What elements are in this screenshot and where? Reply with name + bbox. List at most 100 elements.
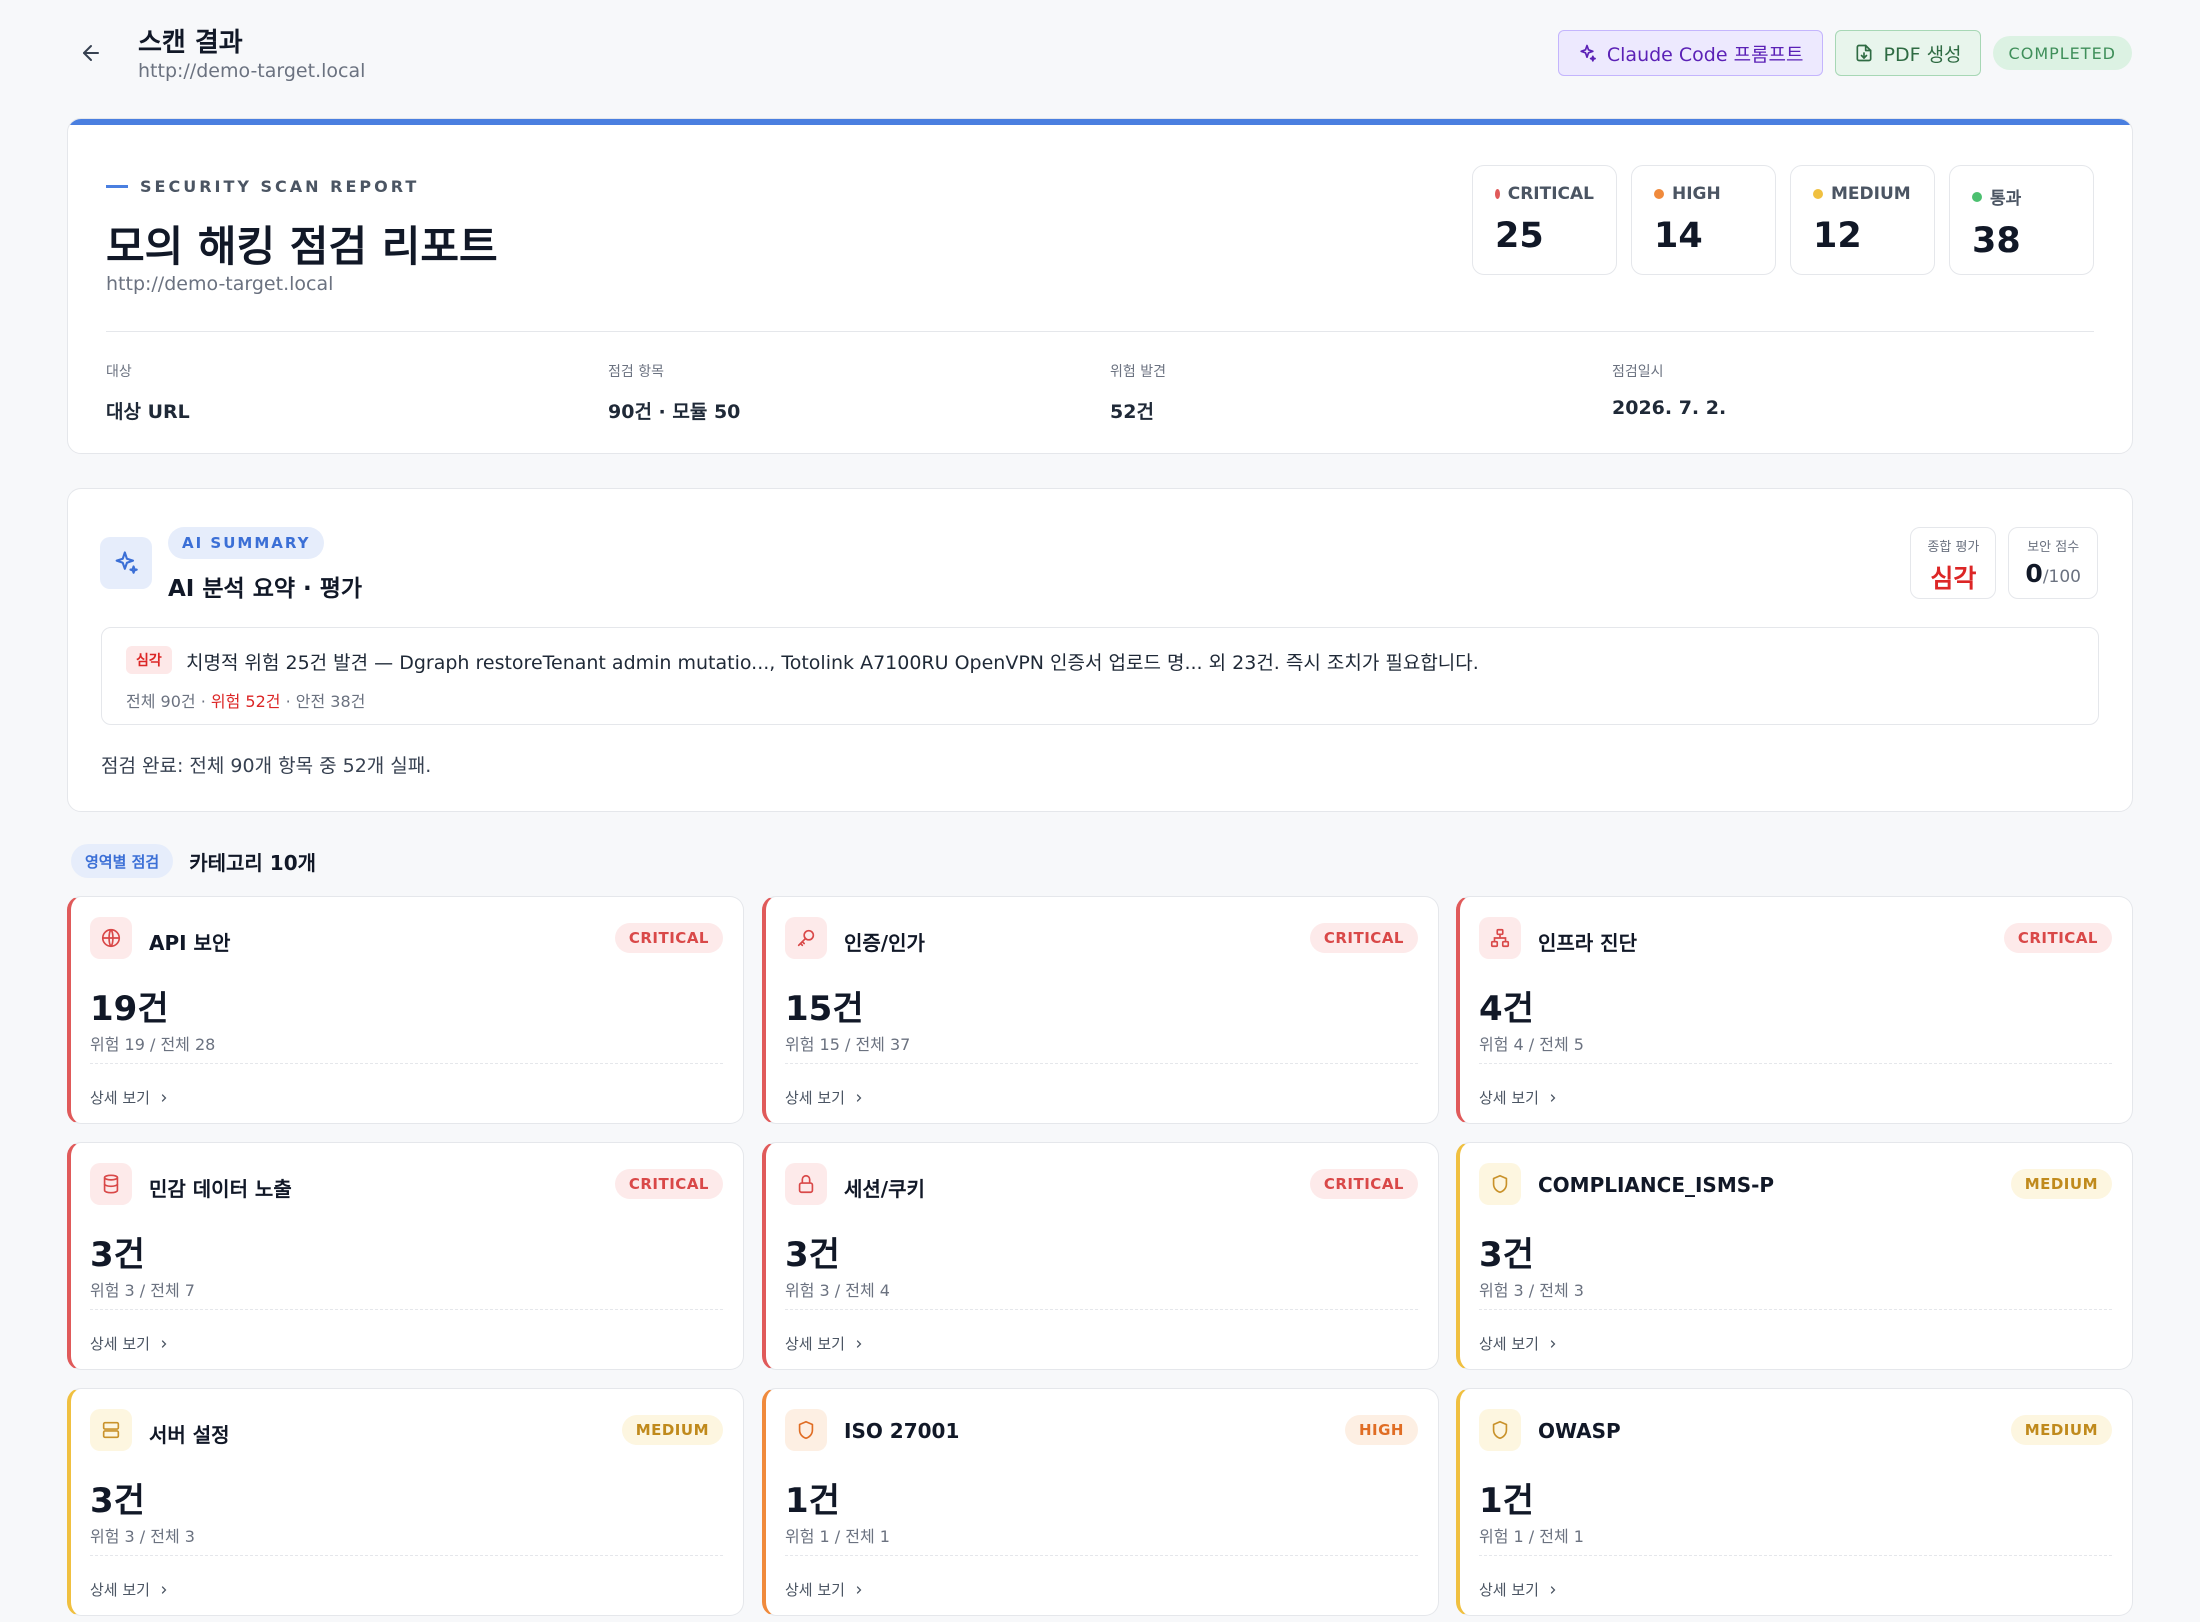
chevron-right-icon xyxy=(1550,1093,1556,1102)
report-eyebrow: SECURITY SCAN REPORT xyxy=(106,177,419,196)
category-card-sensitive-data[interactable]: 민감 데이터 노출 CRITICAL 3건 위험 3 / 전체 7 상세 보기 xyxy=(67,1142,744,1370)
meta-check-items: 점검 항목 90건 · 모듈 50 xyxy=(608,361,740,424)
severity-dot-pass xyxy=(1972,191,1982,202)
category-card-auth[interactable]: 인증/인가 CRITICAL 15건 위험 15 / 전체 37 상세 보기 xyxy=(762,896,1439,1124)
category-name: API 보안 xyxy=(149,931,231,955)
security-score-max: /100 xyxy=(2042,567,2081,587)
category-card-isms-p[interactable]: COMPLIANCE_ISMS-P MEDIUM 3건 위험 3 / 전체 3 … xyxy=(1456,1142,2133,1370)
key-icon xyxy=(785,917,827,959)
eyebrow-line xyxy=(106,185,128,188)
meta-risks-found: 위험 발견 52건 xyxy=(1110,361,1166,424)
back-button[interactable] xyxy=(72,34,110,72)
category-detail-link[interactable]: 상세 보기 xyxy=(785,1087,865,1108)
category-risk-ratio: 위험 3 / 전체 3 xyxy=(1479,1281,1584,1300)
chevron-right-icon xyxy=(856,1339,862,1348)
category-risk-ratio: 위험 3 / 전체 7 xyxy=(90,1281,195,1300)
category-detail-link[interactable]: 상세 보기 xyxy=(1479,1579,1559,1600)
top-header: 스캔 결과 http://demo-target.local Claude Co… xyxy=(0,0,2200,110)
meta-label: 위험 발견 xyxy=(1110,364,1166,380)
file-download-icon xyxy=(1856,44,1872,62)
stats-separator: · xyxy=(280,692,296,711)
category-card-session-cookie[interactable]: 세션/쿠키 CRITICAL 3건 위험 3 / 전체 4 상세 보기 xyxy=(762,1142,1439,1370)
category-risk-ratio: 위험 3 / 전체 3 xyxy=(90,1527,195,1546)
category-severity-badge: CRITICAL xyxy=(1309,923,1418,953)
category-detail-link[interactable]: 상세 보기 xyxy=(785,1333,865,1354)
category-detail-link[interactable]: 상세 보기 xyxy=(90,1333,170,1354)
category-card-infra[interactable]: 인프라 진단 CRITICAL 4건 위험 4 / 전체 5 상세 보기 xyxy=(1456,896,2133,1124)
category-name: COMPLIANCE_ISMS-P xyxy=(1538,1173,1775,1197)
claude-code-prompt-button[interactable]: Claude Code 프롬프트 xyxy=(1557,30,1823,76)
category-severity-badge: MEDIUM xyxy=(2010,1415,2112,1445)
shield-icon xyxy=(1479,1163,1521,1205)
arrow-left-icon xyxy=(83,45,99,61)
severity-box-medium: MEDIUM 12 xyxy=(1790,165,1935,275)
meta-label: 점검일시 xyxy=(1612,364,1664,380)
category-risk-count: 3건 xyxy=(785,1235,840,1275)
detail-link-label: 상세 보기 xyxy=(785,1335,845,1353)
category-name: 인프라 진단 xyxy=(1538,931,1637,955)
category-detail-link[interactable]: 상세 보기 xyxy=(1479,1333,1559,1354)
overall-rating-label: 종합 평가 xyxy=(1927,540,1980,555)
category-detail-link[interactable]: 상세 보기 xyxy=(90,1579,170,1600)
stats-separator: · xyxy=(195,692,211,711)
category-card-api-security[interactable]: API 보안 CRITICAL 19건 위험 19 / 전체 28 상세 보기 xyxy=(67,896,744,1124)
sparkle-icon xyxy=(1580,44,1596,62)
severity-tag: 심각 xyxy=(126,646,172,674)
report-divider xyxy=(106,331,2094,332)
chevron-right-icon xyxy=(161,1093,167,1102)
category-risk-ratio: 위험 3 / 전체 4 xyxy=(785,1281,890,1300)
security-score-label: 보안 점수 xyxy=(2027,540,2080,555)
severity-dot-high xyxy=(1654,189,1664,199)
category-card-iso27001[interactable]: ISO 27001 HIGH 1건 위험 1 / 전체 1 상세 보기 xyxy=(762,1388,1439,1616)
chevron-right-icon xyxy=(856,1585,862,1594)
severity-box-pass: 통과 38 xyxy=(1949,165,2094,275)
category-severity-badge: CRITICAL xyxy=(1309,1169,1418,1199)
category-detail-link[interactable]: 상세 보기 xyxy=(90,1087,170,1108)
report-card: SECURITY SCAN REPORT 모의 해킹 점검 리포트 http:/… xyxy=(67,118,2133,454)
report-accent-bar xyxy=(68,119,2132,125)
detail-link-label: 상세 보기 xyxy=(1479,1089,1539,1107)
severity-summary: CRITICAL 25 HIGH 14 MEDIUM 12 통과 38 xyxy=(1472,165,2094,275)
category-risk-ratio: 위험 1 / 전체 1 xyxy=(785,1527,890,1546)
category-risk-count: 3건 xyxy=(1479,1235,1534,1275)
meta-value: 대상 URL xyxy=(106,401,190,423)
chevron-right-icon xyxy=(1550,1585,1556,1594)
ai-summary-footer: 점검 완료: 전체 90개 항목 중 52개 실패. xyxy=(101,755,432,777)
category-detail-link[interactable]: 상세 보기 xyxy=(1479,1087,1559,1108)
category-severity-badge: CRITICAL xyxy=(614,923,723,953)
pdf-generate-button[interactable]: PDF 생성 xyxy=(1834,30,1981,76)
severity-box-high: HIGH 14 xyxy=(1631,165,1776,275)
category-card-owasp[interactable]: OWASP MEDIUM 1건 위험 1 / 전체 1 상세 보기 xyxy=(1456,1388,2133,1616)
category-name: 세션/쿠키 xyxy=(844,1177,925,1201)
shield-icon xyxy=(785,1409,827,1451)
overall-rating-value: 심각 xyxy=(1930,564,1977,593)
severity-label: 통과 xyxy=(1990,189,2022,209)
category-risk-count: 19건 xyxy=(90,989,169,1029)
ai-findings-stats: 전체 90건 · 위험 52건 · 안전 38건 xyxy=(126,688,365,712)
meta-value: 90건 · 모듈 50 xyxy=(608,401,741,423)
stats-risk: 위험 52건 xyxy=(210,692,281,711)
header-actions: Claude Code 프롬프트 PDF 생성 COMPLETED xyxy=(1557,30,2132,76)
page-title: 스캔 결과 xyxy=(138,28,243,58)
category-detail-link[interactable]: 상세 보기 xyxy=(785,1579,865,1600)
category-risk-count: 3건 xyxy=(90,1481,145,1521)
security-score-value: 0 xyxy=(2025,559,2043,588)
category-divider xyxy=(785,1309,1418,1310)
meta-label: 대상 xyxy=(106,364,132,380)
category-divider xyxy=(1479,1063,2112,1064)
report-url: http://demo-target.local xyxy=(106,273,334,295)
category-risk-count: 4건 xyxy=(1479,989,1534,1029)
ai-findings-message: 치명적 위험 25건 발견 — Dgraph restoreTenant adm… xyxy=(186,652,1479,674)
meta-value: 52건 xyxy=(1110,401,1154,423)
category-divider xyxy=(90,1555,723,1556)
chevron-right-icon xyxy=(1550,1339,1556,1348)
category-card-server-config[interactable]: 서버 설정 MEDIUM 3건 위험 3 / 전체 3 상세 보기 xyxy=(67,1388,744,1616)
category-severity-badge: HIGH xyxy=(1344,1415,1418,1445)
database-icon xyxy=(90,1163,132,1205)
ai-sparkle-icon xyxy=(100,537,152,589)
detail-link-label: 상세 보기 xyxy=(785,1581,845,1599)
meta-target: 대상 대상 URL xyxy=(106,361,190,424)
category-divider xyxy=(785,1063,1418,1064)
severity-label: MEDIUM xyxy=(1831,184,1911,204)
server-icon xyxy=(90,1409,132,1451)
